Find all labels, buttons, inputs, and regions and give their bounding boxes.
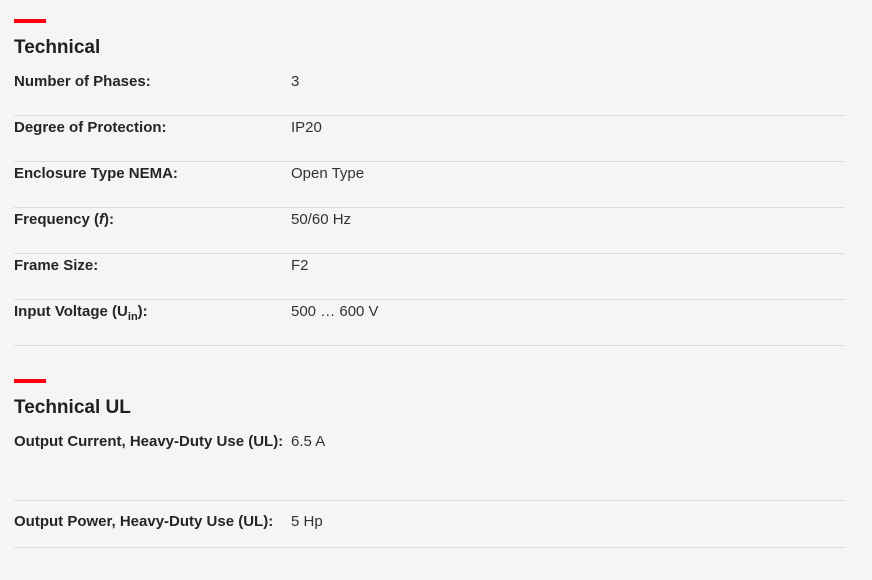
spec-row-degree-of-protection: Degree of Protection: IP20	[14, 116, 845, 162]
label-prefix: Input Voltage (U	[14, 303, 128, 320]
spec-label: Degree of Protection:	[14, 119, 167, 136]
section-title: Technical	[14, 37, 101, 58]
section-title: Technical UL	[14, 397, 131, 418]
label-subscript: in	[127, 311, 138, 323]
spec-value: 500 … 600 V	[291, 303, 379, 320]
spec-label: Enclosure Type NEMA:	[14, 165, 178, 182]
spec-label: Frequency (f):	[14, 208, 291, 232]
spec-row-number-of-phases: Number of Phases: 3	[14, 70, 845, 116]
technical-section: Technical Number of Phases: 3 Degree of …	[0, 0, 845, 346]
spec-value: 3	[291, 73, 300, 90]
spec-row-input-voltage: Input Voltage (Uin): 500 … 600 V	[14, 300, 845, 346]
spec-label: Output Current, Heavy-Duty Use (UL):	[14, 433, 284, 450]
spec-label: Number of Phases:	[14, 73, 151, 90]
technical-ul-section: Technical UL Output Current, Heavy-Duty …	[0, 346, 845, 548]
label-suffix: ):	[137, 303, 148, 320]
spec-value: Open Type	[291, 165, 365, 182]
section-accent-bar	[14, 379, 46, 383]
spec-row-frame-size: Frame Size: F2	[14, 254, 845, 300]
spec-table: Output Current, Heavy-Duty Use (UL): 6.5…	[14, 430, 845, 548]
spec-value: IP20	[291, 119, 322, 136]
spec-row-enclosure-type-nema: Enclosure Type NEMA: Open Type	[14, 162, 845, 208]
spec-value: 6.5 A	[291, 433, 326, 450]
spec-table: Number of Phases: 3 Degree of Protection…	[14, 70, 845, 346]
spec-row-frequency: Frequency (f): 50/60 Hz	[14, 208, 845, 254]
spec-value: F2	[291, 257, 309, 274]
spec-value: 5 Hp	[291, 513, 323, 530]
spec-label: Frame Size:	[14, 257, 99, 274]
label-prefix: Frequency (	[14, 211, 100, 228]
spec-value: 50/60 Hz	[291, 211, 352, 228]
label-suffix: ):	[104, 211, 115, 228]
spec-label: Input Voltage (Uin):	[14, 300, 291, 324]
spec-row-output-current-heavy-duty: Output Current, Heavy-Duty Use (UL): 6.5…	[14, 430, 845, 501]
spec-row-output-power-heavy-duty: Output Power, Heavy-Duty Use (UL): 5 Hp	[14, 501, 845, 548]
section-accent-bar	[14, 19, 46, 23]
spec-label: Output Power, Heavy-Duty Use (UL):	[14, 513, 274, 530]
